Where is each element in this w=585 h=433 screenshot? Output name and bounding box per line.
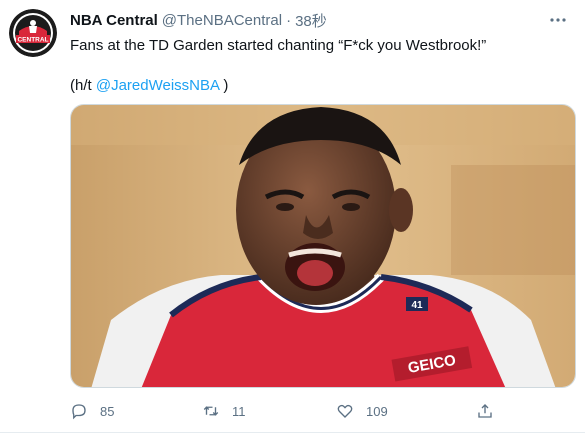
hat-tip-prefix: (h/t bbox=[70, 77, 96, 94]
share-icon bbox=[478, 404, 492, 418]
mention-link[interactable]: @JaredWeissNBA bbox=[96, 77, 219, 94]
more-options-button[interactable] bbox=[546, 8, 570, 32]
hat-tip-suffix: ) bbox=[219, 77, 229, 94]
heart-icon bbox=[337, 404, 353, 418]
retweet-button[interactable]: 11 bbox=[202, 400, 246, 422]
player-photo: 41 GEICO bbox=[71, 105, 575, 387]
retweet-count: 11 bbox=[232, 403, 246, 419]
reply-icon bbox=[72, 404, 86, 420]
more-icon bbox=[550, 18, 566, 22]
jersey-number: 41 bbox=[411, 300, 423, 311]
retweet-icon bbox=[203, 406, 219, 416]
nba-central-logo: CENTRAL bbox=[9, 9, 57, 57]
author-handle[interactable]: @TheNBACentral bbox=[162, 12, 282, 29]
tweet-media-photo[interactable]: 41 GEICO bbox=[70, 104, 576, 388]
share-button[interactable] bbox=[476, 400, 494, 422]
tweet-text: Fans at the TD Garden started chanting “… bbox=[70, 36, 560, 96]
tweet[interactable]: CENTRAL NBA Central @TheNBACentral · 38秒… bbox=[0, 0, 585, 433]
author-avatar[interactable]: CENTRAL bbox=[9, 9, 57, 57]
hat-tip-line: (h/t @JaredWeissNBA ) bbox=[70, 76, 560, 96]
tweet-actions: 85 11 109 bbox=[70, 400, 510, 422]
avatar-text: CENTRAL bbox=[17, 37, 48, 44]
header-separator: · bbox=[286, 11, 292, 29]
tweet-text-line: Fans at the TD Garden started chanting “… bbox=[70, 37, 487, 54]
reply-button[interactable]: 85 bbox=[70, 400, 114, 422]
tweet-header: NBA Central @TheNBACentral · 38秒 bbox=[70, 10, 327, 30]
reply-count: 85 bbox=[100, 403, 115, 419]
like-button[interactable]: 109 bbox=[336, 400, 388, 422]
tweet-timestamp[interactable]: 38秒 bbox=[295, 10, 327, 31]
author-name[interactable]: NBA Central bbox=[70, 12, 158, 29]
like-count: 109 bbox=[366, 403, 388, 419]
